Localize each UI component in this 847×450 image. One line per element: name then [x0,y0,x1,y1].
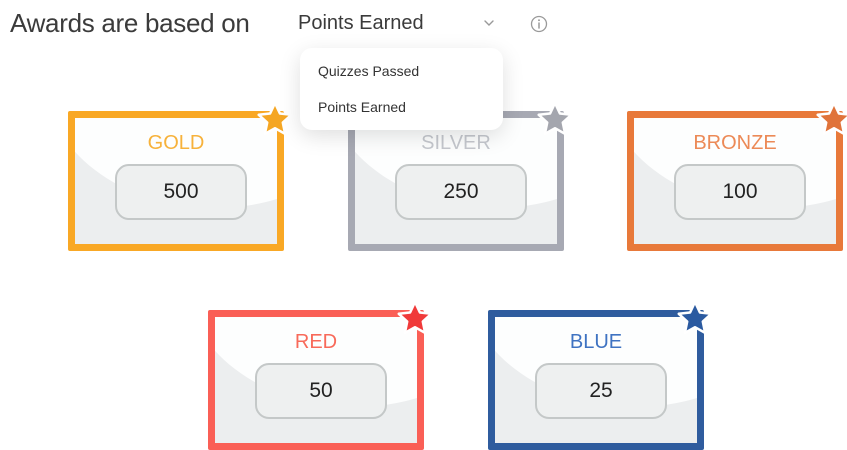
award-threshold-input[interactable]: 250 [395,164,527,220]
award-threshold-input[interactable]: 50 [255,363,387,419]
star-icon [537,101,573,136]
award-label: SILVER [421,132,491,154]
option-points-earned[interactable]: Points Earned [318,99,406,115]
award-card-blue: BLUE 25 [488,300,713,450]
award-label: GOLD [147,132,205,154]
award-card-silver: SILVER 250 [348,101,573,251]
award-card-bronze: BRONZE 100 [627,101,847,251]
award-threshold-input[interactable]: 100 [674,164,806,220]
award-label: BLUE [569,331,623,353]
option-quizzes-passed[interactable]: Quizzes Passed [318,63,419,79]
award-basis-selected-value: Points Earned [298,12,424,34]
star-icon [816,101,847,136]
award-card-red: RED 50 [208,300,433,450]
award-threshold-input[interactable]: 25 [535,363,667,419]
award-basis-select[interactable]: Points Earned [298,12,498,38]
info-icon[interactable] [530,15,548,33]
star-icon [677,300,713,335]
star-icon [397,300,433,335]
chevron-down-icon [484,20,494,26]
star-icon [257,101,293,136]
award-label: BRONZE [693,132,777,154]
award-threshold-input[interactable]: 500 [115,164,247,220]
award-basis-dropdown-menu: Quizzes Passed Points Earned [300,48,503,130]
award-label: RED [294,331,338,353]
award-card-gold: GOLD 500 [68,101,293,251]
page-title: Awards are based on [10,8,250,38]
